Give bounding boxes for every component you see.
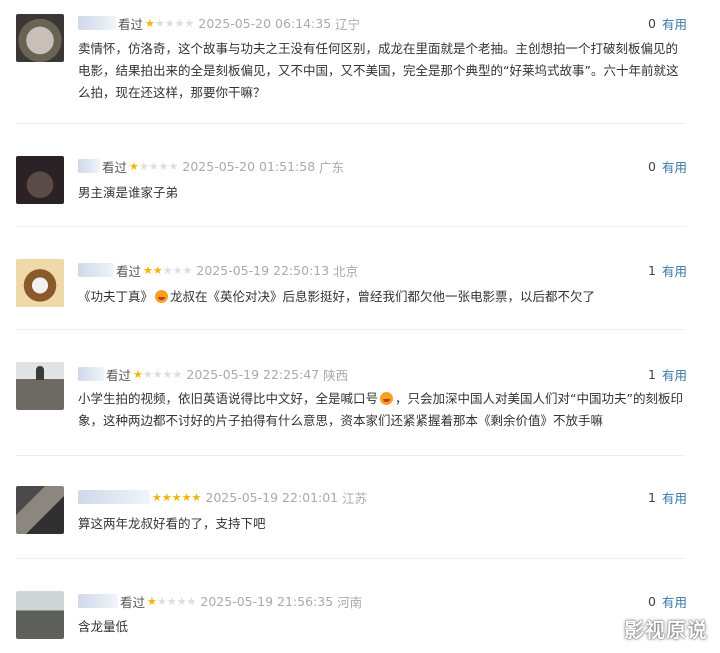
star-empty-icon: ★	[142, 367, 153, 381]
useful-button[interactable]: 有用	[662, 261, 687, 280]
star-rating: ★ ★ ★ ★ ★	[147, 595, 196, 608]
username[interactable]	[78, 594, 118, 608]
grinning-face-icon	[155, 290, 169, 303]
star-rating: ★ ★ ★ ★ ★	[152, 491, 201, 504]
avatar[interactable]	[16, 259, 64, 307]
comment-location: 河南	[337, 594, 363, 610]
username[interactable]	[78, 159, 100, 173]
username[interactable]	[78, 367, 104, 381]
divider	[16, 558, 685, 559]
vote-count: 0	[648, 593, 656, 609]
star-empty-icon: ★	[186, 594, 197, 608]
vote-area: 1 有用	[648, 365, 687, 383]
comment-location: 江苏	[342, 490, 368, 506]
star-empty-icon: ★	[172, 367, 183, 381]
comment-time: 2025-05-19 22:25:47	[186, 366, 320, 382]
username[interactable]	[78, 263, 114, 277]
comment-text-container: 小学生拍的视频，依旧英语说得比中文好，全是喊口号 ，只会加深中国人对美国人们对“中…	[78, 388, 688, 432]
avatar[interactable]	[16, 486, 64, 534]
comment-meta: 看过 ★ ★ ★ ★ ★ 2025-05-20 01:51:58 广东	[78, 157, 344, 175]
comment-location: 广东	[319, 159, 345, 175]
divider	[16, 455, 685, 456]
vote-area: 1 有用	[648, 261, 687, 279]
comment-time: 2025-05-19 22:50:13	[196, 262, 330, 278]
star-empty-icon: ★	[156, 594, 167, 608]
comment-item: 看过 ★ ★ ★ ★ ★ 2025-05-19 21:56:35 河南 0 有用 含龙量…	[0, 0, 720, 639]
watermark: 影视原说	[624, 618, 708, 642]
vote-count: 0	[648, 158, 656, 174]
star-empty-icon: ★	[162, 367, 173, 381]
star-filled-icon: ★	[191, 490, 202, 504]
comment-meta: 看过 ★ ★ ★ ★ ★ 2025-05-19 22:25:47 陕西	[78, 365, 348, 383]
vote-area: 0 有用	[648, 157, 687, 175]
star-filled-icon: ★	[152, 263, 163, 277]
useful-button[interactable]: 有用	[662, 365, 687, 384]
username[interactable]	[78, 490, 150, 504]
comment-text: 含龙量低	[78, 619, 129, 634]
useful-button[interactable]: 有用	[662, 157, 687, 176]
avatar[interactable]	[16, 156, 64, 204]
vote-area: 1 有用	[648, 488, 687, 506]
star-filled-icon: ★	[161, 490, 172, 504]
star-filled-icon: ★	[181, 490, 192, 504]
star-empty-icon: ★	[148, 159, 159, 173]
watch-status: 看过	[120, 594, 146, 610]
star-filled-icon: ★	[129, 159, 139, 173]
tired-face-icon	[380, 392, 394, 405]
star-rating: ★ ★ ★ ★ ★	[143, 264, 192, 277]
star-filled-icon: ★	[147, 594, 157, 608]
watch-status: 看过	[106, 367, 132, 383]
star-empty-icon: ★	[168, 159, 179, 173]
vote-count: 1	[648, 366, 656, 382]
vote-count: 1	[648, 489, 656, 505]
star-filled-icon: ★	[171, 490, 182, 504]
comment-text: 算这两年龙叔好看的了，支持下吧	[78, 516, 266, 531]
comment-meta: 看过 ★★★★★ 2025-05-19 22:01:01 江苏	[78, 488, 367, 506]
comment-text-container: 《功夫丁真》 龙叔在《英伦对决》后息影挺好，曾经我们都欠他一张电影票，以后都不欠了	[78, 286, 688, 308]
star-empty-icon: ★	[138, 159, 149, 173]
vote-count: 1	[648, 262, 656, 278]
watch-status: 看过	[116, 263, 142, 279]
star-filled-icon: ★	[133, 367, 143, 381]
star-empty-icon: ★	[176, 594, 187, 608]
comment-text-part: 小学生拍的视频，依旧英语说得比中文好，全是喊口号	[78, 391, 379, 406]
star-empty-icon: ★	[166, 594, 177, 608]
comment-meta: 看过 ★ ★ ★ ★ ★ 2025-05-19 22:50:13 北京	[78, 261, 358, 279]
star-empty-icon: ★	[152, 367, 163, 381]
star-empty-icon: ★	[162, 263, 173, 277]
comment-time: 2025-05-19 21:56:35	[200, 593, 334, 609]
comment-time: 2025-05-20 01:51:58	[182, 158, 316, 174]
divider	[16, 226, 685, 227]
star-empty-icon: ★	[158, 159, 169, 173]
comment-text: 男主演是谁家子弟	[78, 185, 179, 200]
comment-meta: 看过 ★ ★ ★ ★ ★ 2025-05-19 21:56:35 河南	[78, 592, 362, 610]
star-filled-icon: ★	[143, 263, 153, 277]
useful-button[interactable]: 有用	[662, 488, 687, 507]
watch-status: 看过	[102, 159, 128, 175]
star-rating: ★ ★ ★ ★ ★	[129, 160, 178, 173]
star-rating: ★ ★ ★ ★ ★	[133, 368, 182, 381]
avatar[interactable]	[16, 591, 64, 639]
avatar[interactable]	[16, 362, 64, 410]
comment-text-part: 《功夫丁真》	[78, 289, 154, 304]
comment-location: 陕西	[323, 367, 349, 383]
comment-location: 北京	[333, 263, 359, 279]
vote-area: 0 有用	[648, 592, 687, 610]
divider	[16, 329, 685, 330]
star-empty-icon: ★	[172, 263, 183, 277]
comment-text-part: 龙叔在《英伦对决》后息影挺好，曾经我们都欠他一张电影票，以后都不欠了	[170, 289, 596, 304]
star-empty-icon: ★	[182, 263, 193, 277]
star-filled-icon: ★	[152, 490, 162, 504]
comment-time: 2025-05-19 22:01:01	[205, 489, 339, 505]
useful-button[interactable]: 有用	[662, 592, 687, 611]
